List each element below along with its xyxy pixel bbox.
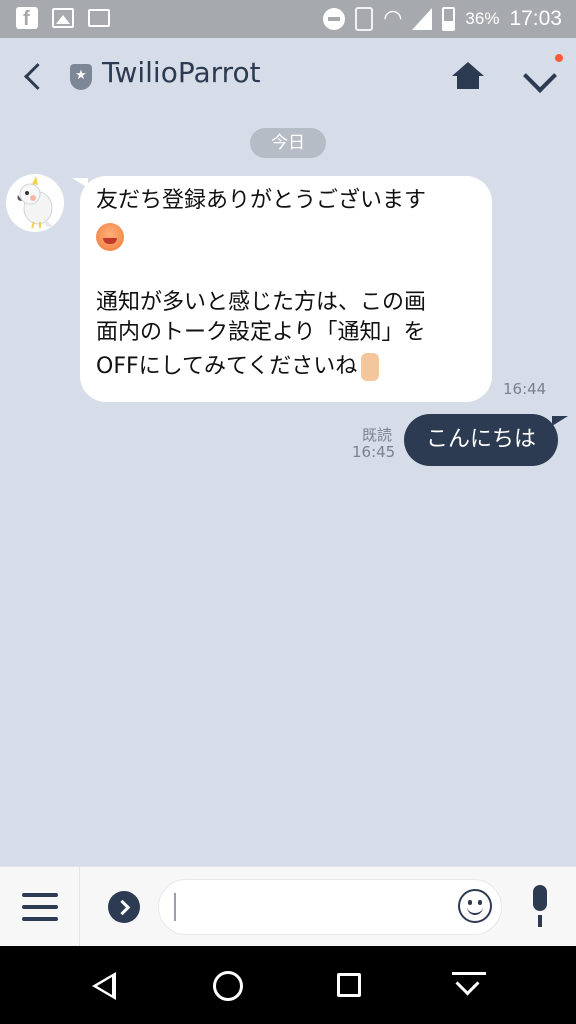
recents-square-icon[interactable] xyxy=(337,973,361,997)
notification-dot xyxy=(555,54,563,62)
shield-star-icon: ★ xyxy=(70,64,92,90)
chat-header: ★ TwilioParrot xyxy=(0,38,576,116)
list-menu-icon[interactable] xyxy=(0,867,80,947)
avatar[interactable] xyxy=(6,174,64,232)
outgoing-message-bubble[interactable]: こんにちは xyxy=(404,414,568,466)
status-bar: f ◠ 36% 17:03 xyxy=(0,0,576,38)
home-icon[interactable] xyxy=(452,62,484,92)
battery-icon xyxy=(442,7,456,31)
microphone-icon[interactable] xyxy=(526,885,554,929)
read-receipt: 既読 xyxy=(362,426,393,444)
smiley-icon[interactable] xyxy=(458,889,492,923)
message-emoji-line xyxy=(96,216,478,260)
download-icon[interactable] xyxy=(452,972,486,1000)
message-line: OFFにしてみてくださいね xyxy=(96,354,358,379)
status-bar-system: ◠ 36% 17:03 xyxy=(323,5,562,33)
message-line: 面内のトーク設定より「通知」を xyxy=(96,320,426,345)
outgoing-timestamp: 16:45 xyxy=(352,443,396,461)
cast-icon xyxy=(88,9,110,27)
chevron-down-icon[interactable] xyxy=(520,58,556,94)
parrot-avatar-icon xyxy=(17,176,54,229)
message-line: 友だち登録ありがとうございます xyxy=(96,188,427,213)
text-caret xyxy=(174,893,176,921)
incoming-message-bubble[interactable]: 友だち登録ありがとうございます 通知が多いと感じた方は、この画 面内のトーク設定… xyxy=(72,176,492,402)
incoming-timestamp: 16:44 xyxy=(503,380,547,398)
message-line: 通知が多いと感じた方は、この画 xyxy=(96,290,427,315)
message-input[interactable] xyxy=(158,879,502,935)
message-input-bar xyxy=(0,866,576,947)
chat-title[interactable]: TwilioParrot xyxy=(102,56,261,89)
chevron-right-circle-icon[interactable] xyxy=(108,891,140,923)
dnd-icon xyxy=(323,8,346,30)
wifi-icon: ◠ xyxy=(383,6,403,31)
smiling-face-emoji xyxy=(96,223,124,251)
image-icon xyxy=(52,8,74,28)
date-separator: 今日 xyxy=(250,128,326,158)
message-last-line: OFFにしてみてくださいね xyxy=(96,352,478,382)
home-circle-icon[interactable] xyxy=(213,971,243,1001)
signal-icon xyxy=(412,8,433,30)
battery-percent: 36% xyxy=(465,9,500,28)
vibrate-icon xyxy=(355,7,374,31)
facebook-icon: f xyxy=(16,7,38,30)
status-bar-notifications: f xyxy=(16,7,110,30)
system-nav-bar xyxy=(0,946,576,1024)
back-triangle-icon[interactable] xyxy=(92,972,116,1000)
thumbs-up-emoji xyxy=(361,353,380,381)
back-button[interactable] xyxy=(20,60,44,94)
status-time: 17:03 xyxy=(509,7,562,30)
